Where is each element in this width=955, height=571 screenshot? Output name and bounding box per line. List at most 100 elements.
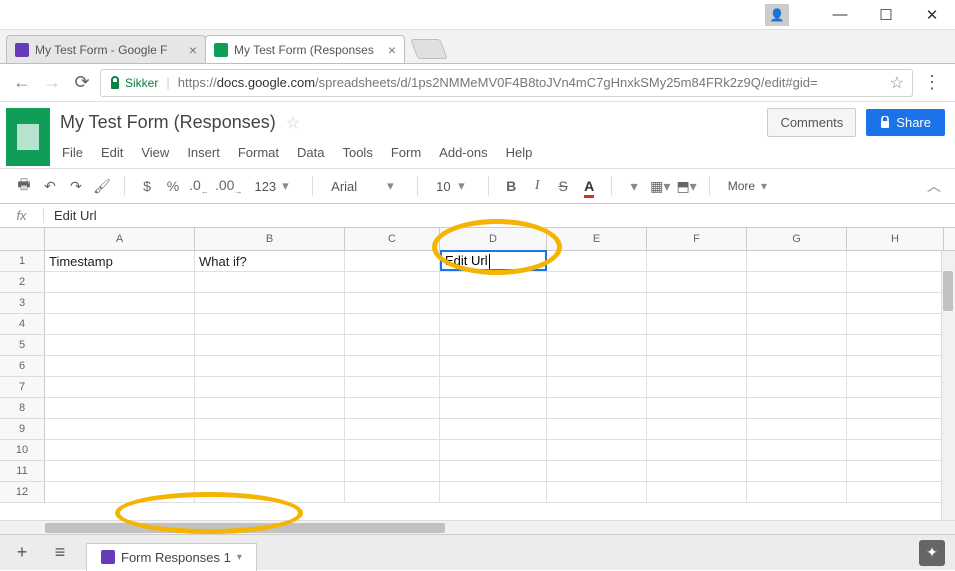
cell[interactable] bbox=[647, 440, 747, 460]
cell[interactable] bbox=[547, 419, 647, 439]
redo-icon[interactable]: ↷ bbox=[66, 178, 86, 195]
cell[interactable] bbox=[195, 398, 345, 418]
cell[interactable] bbox=[345, 356, 440, 376]
explore-button[interactable]: ✦ bbox=[919, 540, 945, 566]
sheet-tab-form-responses[interactable]: Form Responses 1 ▾ bbox=[86, 543, 257, 571]
cell[interactable] bbox=[45, 440, 195, 460]
cell[interactable] bbox=[195, 482, 345, 502]
cell[interactable] bbox=[440, 440, 547, 460]
comments-button[interactable]: Comments bbox=[767, 108, 856, 137]
cell[interactable] bbox=[647, 377, 747, 397]
cell[interactable] bbox=[45, 482, 195, 502]
back-button[interactable]: ← bbox=[10, 72, 34, 93]
cell[interactable] bbox=[547, 293, 647, 313]
cell[interactable] bbox=[747, 314, 847, 334]
cell[interactable] bbox=[195, 461, 345, 481]
cell[interactable] bbox=[847, 440, 944, 460]
cell[interactable] bbox=[847, 398, 944, 418]
format-percent-button[interactable]: % bbox=[163, 178, 183, 194]
column-header-E[interactable]: E bbox=[547, 228, 647, 250]
row-header[interactable]: 10 bbox=[0, 440, 45, 461]
cell[interactable] bbox=[547, 356, 647, 376]
font-family-dropdown[interactable]: Arial▾ bbox=[325, 178, 405, 194]
cell[interactable] bbox=[45, 272, 195, 292]
close-icon[interactable]: × bbox=[189, 42, 197, 58]
cell[interactable] bbox=[647, 482, 747, 502]
row-header[interactable]: 11 bbox=[0, 461, 45, 482]
row-header[interactable]: 3 bbox=[0, 293, 45, 314]
cell[interactable] bbox=[747, 398, 847, 418]
column-header-A[interactable]: A bbox=[45, 228, 195, 250]
font-size-dropdown[interactable]: 10▾ bbox=[430, 178, 476, 194]
cell[interactable] bbox=[747, 377, 847, 397]
row-header[interactable]: 12 bbox=[0, 482, 45, 503]
cell[interactable] bbox=[45, 461, 195, 481]
cell[interactable] bbox=[847, 356, 944, 376]
close-icon[interactable]: × bbox=[388, 42, 396, 58]
cell[interactable] bbox=[440, 314, 547, 334]
cell[interactable] bbox=[345, 314, 440, 334]
cell[interactable] bbox=[345, 335, 440, 355]
cell[interactable] bbox=[847, 482, 944, 502]
cell[interactable] bbox=[45, 398, 195, 418]
cell[interactable] bbox=[647, 398, 747, 418]
cell[interactable] bbox=[345, 440, 440, 460]
column-header-G[interactable]: G bbox=[747, 228, 847, 250]
undo-icon[interactable]: ↶ bbox=[40, 178, 60, 195]
text-color-button[interactable]: A bbox=[579, 178, 599, 194]
row-header[interactable]: 9 bbox=[0, 419, 45, 440]
cell[interactable] bbox=[440, 419, 547, 439]
row-header[interactable]: 8 bbox=[0, 398, 45, 419]
cell[interactable] bbox=[195, 440, 345, 460]
new-tab-button[interactable] bbox=[410, 39, 447, 59]
decrease-decimal-button[interactable]: .0← bbox=[189, 177, 209, 196]
cell[interactable] bbox=[747, 335, 847, 355]
cell[interactable] bbox=[345, 377, 440, 397]
menu-edit[interactable]: Edit bbox=[101, 145, 123, 160]
fill-color-button[interactable]: ▾ bbox=[624, 178, 644, 195]
row-header[interactable]: 4 bbox=[0, 314, 45, 335]
chevron-down-icon[interactable]: ▾ bbox=[237, 552, 242, 563]
cell[interactable] bbox=[195, 314, 345, 334]
cell[interactable] bbox=[45, 377, 195, 397]
cell[interactable] bbox=[847, 461, 944, 481]
row-header[interactable]: 1 bbox=[0, 251, 45, 272]
cell[interactable] bbox=[847, 335, 944, 355]
cell[interactable] bbox=[847, 293, 944, 313]
browser-menu-button[interactable]: ⋮ bbox=[919, 72, 945, 93]
cell[interactable] bbox=[647, 419, 747, 439]
browser-tab-1[interactable]: My Test Form (Responses × bbox=[205, 35, 405, 63]
collapse-toolbar-icon[interactable]: ︿ bbox=[927, 176, 941, 196]
cell[interactable] bbox=[547, 398, 647, 418]
cell[interactable] bbox=[345, 398, 440, 418]
window-maximize-button[interactable]: ☐ bbox=[871, 3, 901, 27]
browser-tab-0[interactable]: My Test Form - Google F × bbox=[6, 35, 206, 63]
cell[interactable] bbox=[747, 440, 847, 460]
cell[interactable] bbox=[345, 293, 440, 313]
format-currency-button[interactable]: $ bbox=[137, 178, 157, 194]
cell[interactable] bbox=[440, 398, 547, 418]
borders-button[interactable]: ▦▾ bbox=[650, 178, 670, 195]
formula-input[interactable]: Edit Url bbox=[44, 208, 97, 223]
cell[interactable] bbox=[45, 293, 195, 313]
column-header-D[interactable]: D bbox=[440, 228, 547, 250]
cell[interactable] bbox=[747, 482, 847, 502]
share-button[interactable]: Share bbox=[866, 109, 945, 136]
cell[interactable] bbox=[195, 335, 345, 355]
cell[interactable] bbox=[45, 314, 195, 334]
address-bar[interactable]: Sikker | https://docs.google.com/spreads… bbox=[100, 69, 913, 97]
print-icon[interactable]: 🖶 bbox=[14, 174, 34, 198]
cell[interactable] bbox=[847, 272, 944, 292]
forward-button[interactable]: → bbox=[40, 72, 64, 93]
cell[interactable] bbox=[747, 356, 847, 376]
cell[interactable] bbox=[345, 461, 440, 481]
menu-addons[interactable]: Add-ons bbox=[439, 145, 487, 160]
all-sheets-button[interactable]: ≡ bbox=[48, 542, 72, 563]
cell[interactable] bbox=[45, 335, 195, 355]
spreadsheet-grid[interactable]: A B C D E F G H 123456789101112 Edit Url… bbox=[0, 228, 955, 520]
column-header-C[interactable]: C bbox=[345, 228, 440, 250]
cell[interactable] bbox=[647, 314, 747, 334]
cell[interactable] bbox=[195, 272, 345, 292]
cell[interactable] bbox=[847, 419, 944, 439]
cell[interactable] bbox=[547, 440, 647, 460]
